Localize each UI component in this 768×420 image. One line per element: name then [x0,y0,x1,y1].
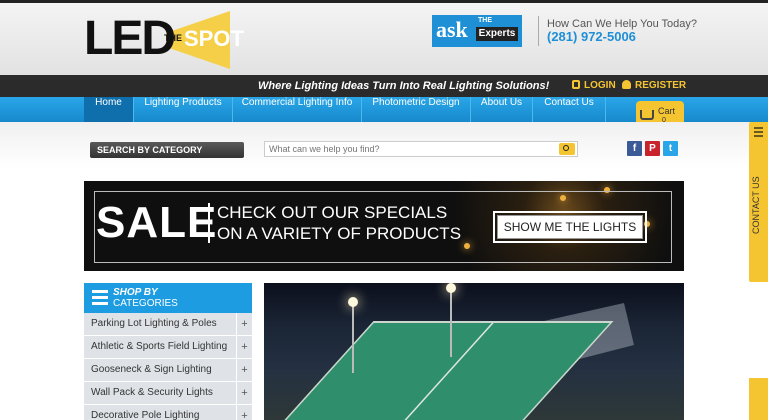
twitter-icon[interactable]: t [663,141,678,156]
sale-heading: SALE [96,198,218,247]
expand-plus-icon[interactable]: + [236,359,252,381]
nav-commercial-lighting-info[interactable]: Commercial Lighting Info [233,97,362,122]
sale-banner[interactable]: SALE CHECK OUT OUR SPECIALS ON A VARIETY… [84,181,684,271]
login-label: LOGIN [584,80,616,91]
shop-by-categories-header: SHOP BY CATEGORIES [84,283,252,313]
pinterest-icon[interactable]: P [645,141,660,156]
court-line [396,323,494,420]
sale-text-line-2: ON A VARIETY OF PRODUCTS [217,224,462,243]
user-icon [622,80,631,89]
search-button[interactable] [559,143,575,155]
tagline: Where Lighting Ideas Turn Into Real Ligh… [258,80,550,92]
register-link[interactable]: REGISTER [622,80,686,91]
expand-plus-icon[interactable]: + [236,405,252,420]
login-link[interactable]: LOGIN [572,80,616,91]
sale-separator [208,203,210,243]
light-pole [450,287,452,357]
nav-lighting-products[interactable]: Lighting Products [134,97,233,122]
expand-plus-icon[interactable]: + [236,382,252,404]
site-logo[interactable]: LED THE SPOT [84,11,244,69]
category-item[interactable]: Decorative Pole Lighting + [84,405,252,420]
logo-spot-text: SPOT [184,26,244,51]
show-me-the-lights-button[interactable]: SHOW ME THE LIGHTS [493,211,647,243]
category-item[interactable]: Parking Lot Lighting & Poles + [84,313,252,336]
phone-number[interactable]: (281) 972-5006 [547,29,636,44]
category-label: Athletic & Sports Field Lighting [91,341,228,352]
contact-us-tab[interactable]: CONTACT US [749,122,768,282]
expand-plus-icon[interactable]: + [236,336,252,358]
nav-contact-us[interactable]: Contact Us [533,97,606,122]
pole-light-glow [446,283,456,293]
lock-icon [572,80,580,89]
tagline-bar: Where Lighting Ideas Turn Into Real Ligh… [0,75,768,97]
sale-text-line-1: CHECK OUT OUR SPECIALS [217,203,448,222]
pole-light-glow [348,297,358,307]
logo-the-text: THE [164,33,182,43]
light-pole [352,303,354,373]
ask-word: ask [436,17,468,42]
category-item[interactable]: Gooseneck & Sign Lighting + [84,359,252,382]
cart-label: Cart [658,106,676,116]
category-label: Gooseneck & Sign Lighting [91,364,212,375]
category-label: Wall Pack & Security Lights [91,387,213,398]
site-header: LED THE SPOT ask THE Experts How Can We … [0,3,768,75]
photo-court [274,321,614,420]
search-icon [563,145,569,151]
nav-about-us[interactable]: About Us [471,97,533,122]
search-box [264,141,578,157]
category-item[interactable]: Athletic & Sports Field Lighting + [84,336,252,359]
header-divider [538,16,539,46]
contact-us-label: CONTACT US [751,176,761,234]
category-label: Parking Lot Lighting & Poles [91,318,217,329]
menu-icon [92,290,108,306]
side-tab-bottom[interactable] [749,378,768,420]
facebook-icon[interactable]: f [627,141,642,156]
search-by-category-button[interactable]: SEARCH BY CATEGORY [90,142,244,158]
ask-the-word: THE [478,17,492,24]
cart-icon [640,110,654,120]
logo-led-text: LED [84,12,176,65]
nav-photometric-design[interactable]: Photometric Design [362,97,471,122]
ask-experts-word: Experts [476,27,518,41]
search-input[interactable] [269,143,549,155]
categories-heading-bottom: CATEGORIES [113,298,178,309]
category-item[interactable]: Wall Pack & Security Lights + [84,382,252,405]
register-label: REGISTER [635,80,687,91]
ask-the-experts-badge[interactable]: ask THE Experts [432,15,522,47]
categories-heading-top: SHOP BY [113,287,158,298]
featured-photo-tennis-court [264,283,684,420]
category-label: Decorative Pole Lighting [91,410,200,420]
grip-icon [754,127,763,137]
nav-home[interactable]: Home [84,97,134,122]
expand-plus-icon[interactable]: + [236,313,252,335]
